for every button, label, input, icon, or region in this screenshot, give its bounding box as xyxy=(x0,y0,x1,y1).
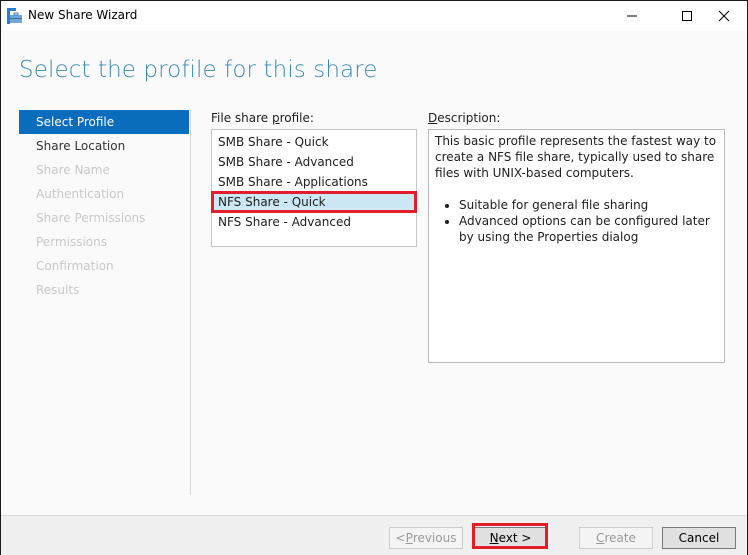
previous-button[interactable]: < Previous xyxy=(389,527,463,549)
nav-step-results: Results xyxy=(36,283,80,297)
next-button[interactable]: Next > xyxy=(474,527,547,549)
wizard-steps-nav: Select Profile Share Location Share Name… xyxy=(19,110,191,495)
profile-item-smb-advanced[interactable]: SMB Share - Advanced xyxy=(212,152,416,172)
minimize-button[interactable] xyxy=(609,1,655,31)
close-button[interactable] xyxy=(701,1,747,31)
page-title: Select the profile for this share xyxy=(19,57,378,83)
description-text: This basic profile represents the fastes… xyxy=(435,134,717,180)
file-share-profile-list[interactable]: SMB Share - Quick SMB Share - Advanced S… xyxy=(211,129,417,247)
profile-item-smb-quick[interactable]: SMB Share - Quick xyxy=(212,132,416,152)
wizard-window: New Share Wizard Select the profile for … xyxy=(0,0,748,555)
profile-item-nfs-advanced[interactable]: NFS Share - Advanced xyxy=(212,212,416,232)
profile-item-smb-applications[interactable]: SMB Share - Applications xyxy=(212,172,416,192)
share-wizard-icon xyxy=(7,8,23,24)
maximize-icon xyxy=(682,11,692,21)
nav-step-share-location[interactable]: Share Location xyxy=(19,134,190,158)
description-box: This basic profile represents the fastes… xyxy=(428,129,725,363)
minimize-icon xyxy=(627,15,637,17)
description-bullet: Advanced options can be configured later… xyxy=(459,213,718,245)
nav-step-share-permissions: Share Permissions xyxy=(36,211,146,225)
window-title: New Share Wizard xyxy=(28,8,138,22)
file-share-profile-label: File share profile: xyxy=(211,111,314,125)
nav-step-share-name: Share Name xyxy=(36,163,110,177)
nav-step-confirmation: Confirmation xyxy=(36,259,114,273)
description-bullet: Suitable for general file sharing xyxy=(459,197,718,213)
profile-item-nfs-quick[interactable]: NFS Share - Quick xyxy=(212,192,416,212)
nav-step-authentication: Authentication xyxy=(36,187,125,201)
description-bullets: Suitable for general file sharing Advanc… xyxy=(435,197,718,245)
wizard-footer: < Previous Next > Create Cancel xyxy=(1,515,747,555)
cancel-button[interactable]: Cancel xyxy=(662,527,736,549)
nav-step-select-profile[interactable]: Select Profile xyxy=(19,110,189,134)
nav-step-permissions: Permissions xyxy=(36,235,107,249)
title-bar: New Share Wizard xyxy=(1,1,747,31)
description-label: Description: xyxy=(428,111,501,125)
close-icon xyxy=(718,10,730,22)
create-button[interactable]: Create xyxy=(579,527,653,549)
